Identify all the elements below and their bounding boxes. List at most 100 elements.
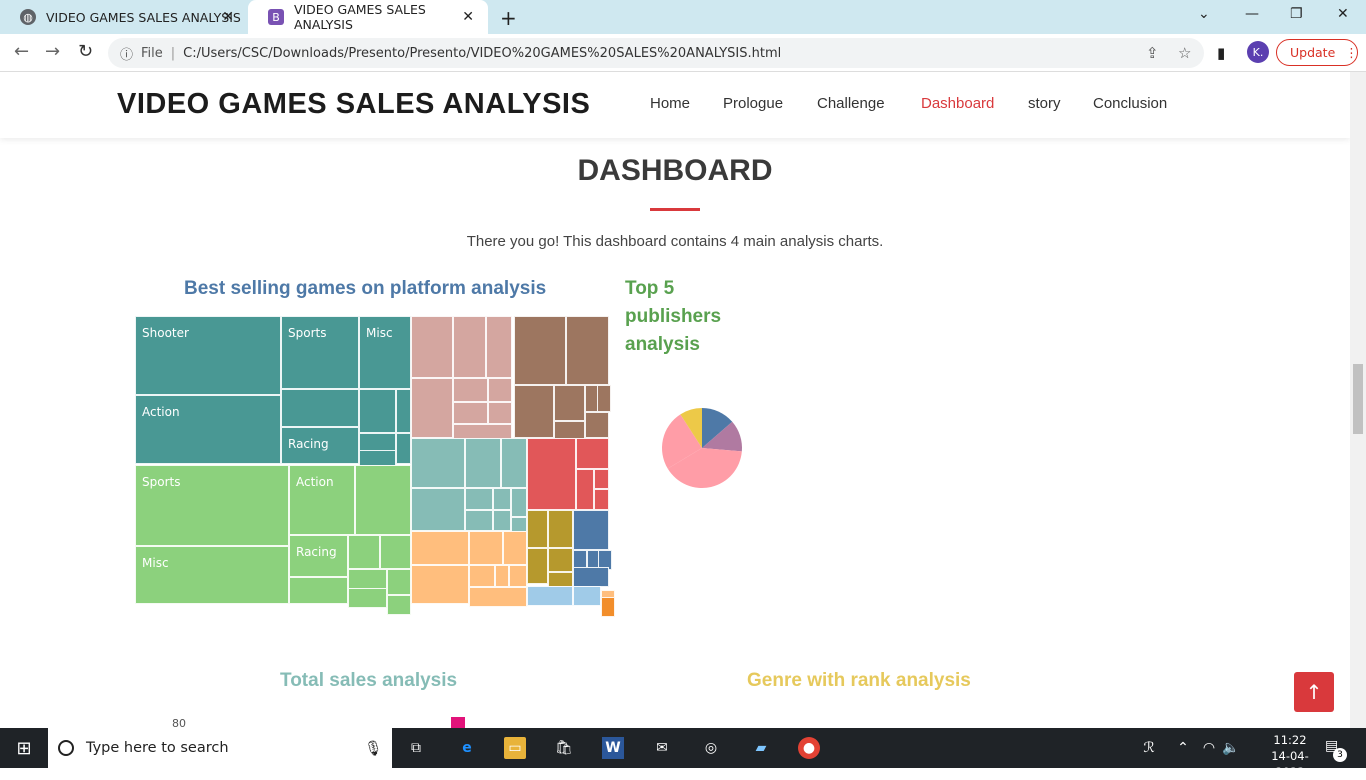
publishers-pie-chart[interactable] — [660, 406, 744, 490]
treemap-cell[interactable]: Racing — [289, 535, 348, 577]
treemap-cell[interactable] — [355, 465, 411, 535]
nav-prologue[interactable]: Prologue — [723, 95, 783, 112]
treemap-cell[interactable] — [465, 488, 493, 510]
nav-dashboard[interactable]: Dashboard — [921, 95, 994, 112]
treemap-cell[interactable] — [411, 531, 469, 565]
treemap-cell[interactable] — [514, 385, 554, 438]
treemap-cell[interactable] — [493, 510, 511, 531]
treemap-cell[interactable] — [387, 595, 411, 615]
treemap-cell[interactable] — [527, 510, 548, 548]
treemap-cell[interactable] — [576, 438, 609, 469]
chevron-up-icon[interactable]: ⌃ — [1172, 737, 1194, 759]
windows-start-icon[interactable]: ⊞ — [13, 737, 35, 759]
treemap-cell[interactable] — [411, 565, 469, 604]
reload-icon[interactable]: ↻ — [78, 41, 93, 62]
wifi-icon[interactable]: ◠ — [1198, 737, 1220, 759]
browser-tab-2[interactable]: B VIDEO GAMES SALES ANALYSIS ✕ — [248, 0, 488, 34]
nav-home[interactable]: Home — [650, 95, 690, 112]
treemap-cell[interactable]: Shooter — [135, 316, 281, 395]
treemap-cell[interactable]: Misc — [135, 546, 289, 604]
side-panel-icon[interactable]: ▮ — [1217, 44, 1225, 62]
restore-icon[interactable]: ❐ — [1290, 6, 1303, 22]
treemap-cell[interactable] — [411, 316, 453, 378]
close-window-icon[interactable]: ✕ — [1337, 6, 1349, 22]
minimize-icon[interactable]: — — [1245, 6, 1259, 22]
store-icon[interactable]: 🛍 — [553, 737, 575, 759]
task-view-icon[interactable]: ⧉ — [405, 737, 427, 759]
treemap-cell[interactable] — [359, 389, 396, 433]
more-menu-icon[interactable]: ⋮ — [1345, 45, 1358, 60]
treemap-cell[interactable] — [594, 469, 609, 489]
treemap-cell[interactable] — [527, 438, 576, 510]
treemap-cell[interactable] — [573, 586, 601, 606]
treemap-cell[interactable] — [348, 535, 380, 569]
treemap-cell[interactable] — [469, 587, 527, 607]
app-icon[interactable]: ▰ — [750, 737, 772, 759]
treemap-cell[interactable]: Action — [289, 465, 355, 535]
treemap-cell[interactable] — [493, 488, 511, 510]
treemap-cell[interactable]: Sports — [281, 316, 359, 389]
back-icon[interactable]: ← — [14, 41, 29, 62]
treemap-cell[interactable]: Misc — [359, 316, 411, 389]
tab-search-chevron-icon[interactable]: ⌄ — [1198, 6, 1210, 22]
treemap-cell[interactable]: Action — [135, 395, 281, 464]
scrollbar-thumb[interactable] — [1353, 364, 1363, 434]
treemap-cell[interactable] — [601, 597, 615, 617]
treemap-cell[interactable] — [396, 389, 411, 433]
treemap-cell[interactable] — [585, 412, 609, 438]
treemap-cell[interactable]: Racing — [281, 427, 359, 464]
close-tab-1-icon[interactable]: ✕ — [222, 9, 234, 25]
update-button[interactable]: Update ⋮ — [1276, 39, 1358, 66]
treemap-cell[interactable] — [573, 510, 609, 550]
nav-conclusion[interactable]: Conclusion — [1093, 95, 1167, 112]
treemap-cell[interactable] — [348, 588, 387, 608]
treemap-cell[interactable] — [501, 438, 527, 488]
treemap-cell[interactable] — [396, 433, 411, 464]
treemap-cell[interactable] — [527, 586, 573, 606]
treemap-cell[interactable] — [509, 565, 527, 587]
back-to-top-button[interactable]: ↑ — [1294, 672, 1334, 712]
treemap-cell[interactable] — [514, 316, 566, 385]
treemap-cell[interactable] — [281, 389, 359, 427]
treemap-cell[interactable] — [488, 402, 512, 424]
treemap-cell[interactable] — [503, 531, 527, 565]
treemap-cell[interactable] — [495, 565, 509, 587]
treemap-chart[interactable]: Shooter Sports Misc Action Racing Sports… — [135, 316, 615, 617]
bookmark-star-icon[interactable]: ☆ — [1178, 44, 1191, 62]
treemap-cell[interactable] — [469, 531, 503, 565]
treemap-cell[interactable] — [597, 385, 611, 412]
treemap-cell[interactable] — [380, 535, 411, 569]
volume-icon[interactable]: 🔈 — [1220, 737, 1242, 759]
address-bar[interactable]: ⓘ File | C:/Users/CSC/Downloads/Presento… — [108, 38, 1204, 68]
mail-icon[interactable]: ✉ — [651, 737, 673, 759]
treemap-cell[interactable] — [348, 569, 387, 589]
treemap-cell[interactable] — [554, 385, 585, 421]
new-tab-icon[interactable]: + — [500, 6, 517, 30]
taskbar-clock[interactable]: 11:22 14-04-2023 — [1260, 732, 1320, 780]
chrome-icon[interactable]: ● — [798, 737, 820, 759]
treemap-cell[interactable] — [576, 469, 594, 510]
share-icon[interactable]: ⇪ — [1146, 44, 1159, 62]
treemap-cell[interactable] — [411, 488, 465, 531]
treemap-cell[interactable] — [465, 510, 493, 531]
site-info-icon[interactable]: ⓘ — [120, 44, 133, 63]
treemap-cell[interactable] — [453, 316, 486, 378]
site-logo[interactable]: VIDEO GAMES SALES ANALYSIS — [117, 88, 590, 121]
microphone-icon[interactable]: 🎙 — [364, 740, 382, 757]
treemap-cell[interactable] — [465, 438, 501, 488]
treemap-cell[interactable] — [488, 378, 512, 402]
treemap-cell[interactable] — [573, 567, 609, 587]
treemap-cell[interactable] — [411, 438, 465, 488]
nav-challenge[interactable]: Challenge — [817, 95, 885, 112]
avatar[interactable]: K. — [1247, 41, 1269, 63]
taskbar-search-box[interactable]: Type here to search 🎙 — [48, 728, 392, 768]
treemap-cell[interactable] — [511, 488, 527, 517]
people-icon[interactable]: ℛ — [1138, 737, 1160, 759]
treemap-cell[interactable] — [453, 402, 488, 424]
treemap-cell[interactable] — [469, 565, 495, 587]
close-tab-2-icon[interactable]: ✕ — [462, 9, 474, 25]
treemap-cell[interactable] — [566, 316, 609, 385]
browser-tab-1[interactable]: ◍ VIDEO GAMES SALES ANALYSIS ✕ — [0, 0, 248, 34]
word-icon[interactable]: W — [602, 737, 624, 759]
file-explorer-icon[interactable]: ▭ — [504, 737, 526, 759]
